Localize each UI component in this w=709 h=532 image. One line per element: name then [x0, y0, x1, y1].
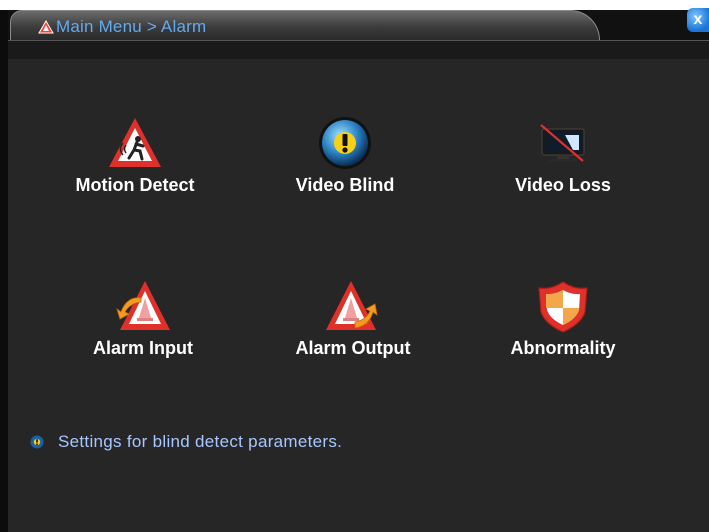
menu-item-label: Alarm Output	[295, 338, 411, 358]
menu-item-label: Video Blind	[295, 175, 395, 195]
hint-text: Settings for blind detect parameters.	[58, 432, 343, 451]
menu-item-alarm-output[interactable]: Alarm Output	[253, 278, 453, 359]
menu-item-label: Alarm Input	[92, 338, 193, 358]
motion-detect-icon	[109, 118, 161, 167]
menu-item-alarm-input[interactable]: Alarm Input	[43, 278, 243, 359]
abnormality-icon	[538, 281, 588, 333]
menu-item-label: Motion Detect	[75, 175, 195, 195]
menu-item-motion-detect[interactable]: Motion Detect	[35, 115, 235, 196]
alarm-window: Main Menu > Alarm x Motion Detect Video …	[0, 8, 709, 532]
menu-item-abnormality[interactable]: Abnormality	[463, 278, 663, 359]
status-hint: Settings for blind detect parameters.	[30, 432, 342, 452]
alarm-input-icon	[116, 281, 170, 330]
video-loss-icon	[540, 124, 585, 162]
menu-item-video-loss[interactable]: Video Loss	[463, 115, 663, 196]
menu-item-label: Video Loss	[515, 175, 611, 195]
menu-item-video-blind[interactable]: Video Blind	[245, 115, 445, 196]
menu-item-label: Abnormality	[510, 338, 616, 358]
video-blind-icon	[319, 117, 371, 169]
alarm-menu-grid: Motion Detect Video Blind Video Loss Ala…	[8, 10, 709, 532]
info-icon	[30, 435, 44, 449]
alarm-output-icon	[326, 281, 378, 330]
